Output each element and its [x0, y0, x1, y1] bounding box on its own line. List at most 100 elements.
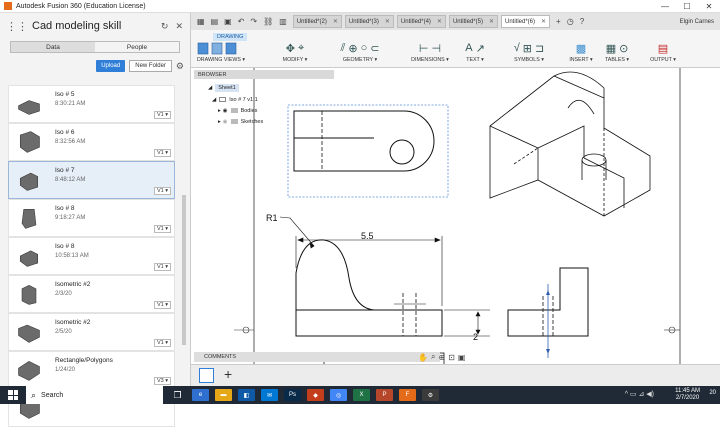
balloon-icon[interactable]: ⊙ [619, 42, 628, 55]
text-icon[interactable]: A [465, 42, 472, 55]
system-tray[interactable]: ^ ▭ ⊿ ◀) [625, 390, 654, 398]
collapse-icon[interactable]: ◢ [208, 85, 212, 91]
taskbar-search[interactable]: ⌕ Search [26, 386, 163, 404]
file-list-item[interactable]: Isometric #2 2/5/20 V1 ▾ [8, 313, 175, 351]
group-output[interactable]: ▤ OUTPUT ▾ [649, 42, 677, 66]
centerline-icon[interactable]: ⫽ [341, 42, 346, 55]
dim-radius-label[interactable]: R1 [266, 213, 278, 223]
file-list-item[interactable]: Iso # 5 8:30:21 AM V1 ▾ [8, 85, 175, 123]
group-dimensions[interactable]: ⊢ ⊣ DIMENSIONS ▾ [408, 42, 452, 66]
gear-icon[interactable]: ⚙ [176, 61, 184, 72]
minimize-icon[interactable]: — [654, 0, 676, 13]
help-icon[interactable]: ? [580, 17, 584, 26]
group-insert[interactable]: ▩ INSERT ▾ [568, 42, 594, 66]
refresh-icon[interactable]: ↻ [161, 21, 169, 32]
taskbar-clock[interactable]: 11:45 AM 2/7/2020 [675, 388, 700, 402]
version-dropdown[interactable]: V1 ▾ [153, 110, 171, 119]
group-text[interactable]: A ↗ TEXT ▾ [459, 42, 491, 66]
user-name[interactable]: Elgin Carnes [680, 19, 714, 25]
task-view-icon[interactable]: ❐ [169, 389, 186, 401]
add-tab-icon[interactable]: + [556, 17, 561, 26]
version-dropdown[interactable]: V1 ▾ [153, 338, 171, 347]
file-explorer-icon[interactable]: ▬ [215, 389, 232, 401]
document-tab[interactable]: Untitled*(5) ✕ [448, 15, 498, 28]
zoom-window-icon[interactable]: ⊕ [438, 353, 445, 362]
close-tab-icon[interactable]: ✕ [541, 18, 546, 25]
insert-image-icon[interactable]: ▩ [576, 42, 586, 55]
move-icon[interactable]: ✥ [286, 42, 295, 55]
save-icon[interactable]: ▣ [224, 17, 232, 26]
comments-bar[interactable]: COMMENTS [194, 352, 440, 362]
expand-icon[interactable]: ▸ [218, 108, 221, 114]
document-tab[interactable]: Untitled*(4) ✕ [396, 15, 446, 28]
upload-button[interactable]: Upload [96, 60, 126, 72]
close-panel-icon[interactable]: ✕ [175, 21, 183, 32]
edge-browser-icon[interactable]: e [192, 389, 209, 401]
sheet-icon[interactable]: ▥ [279, 17, 287, 26]
document-tab[interactable]: Untitled*(3) ✕ [344, 15, 394, 28]
clock-icon[interactable]: ◷ [567, 17, 574, 26]
close-tab-icon[interactable]: ✕ [333, 18, 338, 25]
edge-icon[interactable]: ⊂ [370, 42, 379, 55]
powerpoint-icon[interactable]: P [376, 389, 393, 401]
feature-control-icon[interactable]: ⊞ [523, 42, 532, 55]
pan-icon[interactable]: ✋ [418, 353, 428, 362]
document-tab[interactable]: Untitled*(2) ✕ [292, 15, 342, 28]
browser-bodies-row[interactable]: ▸ ◉ Bodies [218, 105, 257, 116]
store-icon[interactable]: ◧ [238, 389, 255, 401]
add-sheet-icon[interactable]: + [224, 366, 232, 382]
leader-icon[interactable]: ↗ [476, 42, 485, 55]
version-dropdown[interactable]: V1 ▾ [153, 262, 171, 271]
new-folder-button[interactable]: New Folder [129, 60, 172, 72]
datum-icon[interactable]: ⊐ [535, 42, 544, 55]
fusion-360-icon[interactable]: F [399, 389, 416, 401]
settings-icon[interactable]: ⚙ [422, 389, 439, 401]
expand-icon[interactable]: ▸ [218, 119, 221, 125]
group-modify[interactable]: ✥ ⌖ MODIFY ▾ [275, 42, 315, 66]
version-dropdown[interactable]: V1 ▾ [153, 300, 171, 309]
version-dropdown[interactable]: V1 ▾ [153, 148, 171, 157]
mail-icon[interactable]: ✉ [261, 389, 278, 401]
group-symbols[interactable]: √ ⊞ ⊐ SYMBOLS ▾ [502, 42, 556, 66]
file-list-item[interactable]: Iso # 6 8:32:56 AM V1 ▾ [8, 123, 175, 161]
browser-sketches-row[interactable]: ▸ ◉ Sketches [218, 116, 263, 127]
file-list-item[interactable]: Isometric #2 2/3/20 V1 ▾ [8, 275, 175, 313]
document-tab[interactable]: Untitled*(6) ✕ [501, 15, 551, 28]
file-list-item[interactable]: Iso # 7 8:48:12 AM V1 ▾ [8, 161, 175, 199]
file-list-item[interactable]: Rectangle/Polygons 1/24/20 V3 ▾ [8, 351, 175, 389]
notification-icon[interactable]: 20 [709, 390, 716, 396]
close-icon[interactable]: ✕ [698, 0, 720, 13]
chrome-icon[interactable]: ◎ [330, 389, 347, 401]
pdf-icon[interactable]: ▤ [658, 42, 668, 55]
apps-grid-icon[interactable]: ⋮⋮ [6, 20, 28, 33]
excel-icon[interactable]: X [353, 389, 370, 401]
group-geometry[interactable]: ⫽ ⊕ ○ ⊂ GEOMETRY ▾ [324, 42, 396, 66]
dim-height-label[interactable]: 2 [473, 332, 478, 342]
file-list-item[interactable]: Iso # 8 9:18:27 AM V1 ▾ [8, 199, 175, 237]
undo-icon[interactable]: ↶ [238, 17, 245, 26]
close-tab-icon[interactable]: ✕ [385, 18, 390, 25]
file-list-item[interactable]: Iso # 8 10:58:13 AM V1 ▾ [8, 237, 175, 275]
browser-sheet-row[interactable]: ◢ Sheet1 [208, 82, 239, 93]
browser-component-row[interactable]: ◢ Iso # 7 v1:1 [212, 94, 258, 105]
version-dropdown[interactable]: V1 ▾ [153, 224, 171, 233]
fit-icon[interactable]: ⊡ [448, 353, 455, 362]
surface-texture-icon[interactable]: √ [514, 42, 520, 55]
close-tab-icon[interactable]: ✕ [489, 18, 494, 25]
ordinate-icon[interactable]: ⊣ [432, 42, 442, 55]
sheet-thumbnail[interactable] [199, 368, 214, 383]
circle-icon[interactable]: ○ [361, 42, 368, 55]
dimension-icon[interactable]: ⊢ [419, 42, 429, 55]
group-tables[interactable]: ▦ ⊙ TABLES ▾ [599, 42, 635, 66]
grid-menu-icon[interactable]: ▦ [197, 17, 205, 26]
start-button[interactable] [0, 386, 26, 404]
version-dropdown[interactable]: V3 ▾ [153, 376, 171, 385]
file-icon[interactable]: ▤ [211, 17, 219, 26]
office-icon[interactable]: ◆ [307, 389, 324, 401]
link-icon[interactable]: ⛓ [263, 17, 273, 26]
visibility-icon[interactable]: ◉ [223, 119, 228, 125]
center-mark-icon[interactable]: ⊕ [348, 42, 357, 55]
collapse-icon[interactable]: ◢ [212, 97, 216, 103]
file-list-scrollbar[interactable] [182, 195, 186, 345]
zoom-icon[interactable]: ⌕ [431, 352, 435, 362]
